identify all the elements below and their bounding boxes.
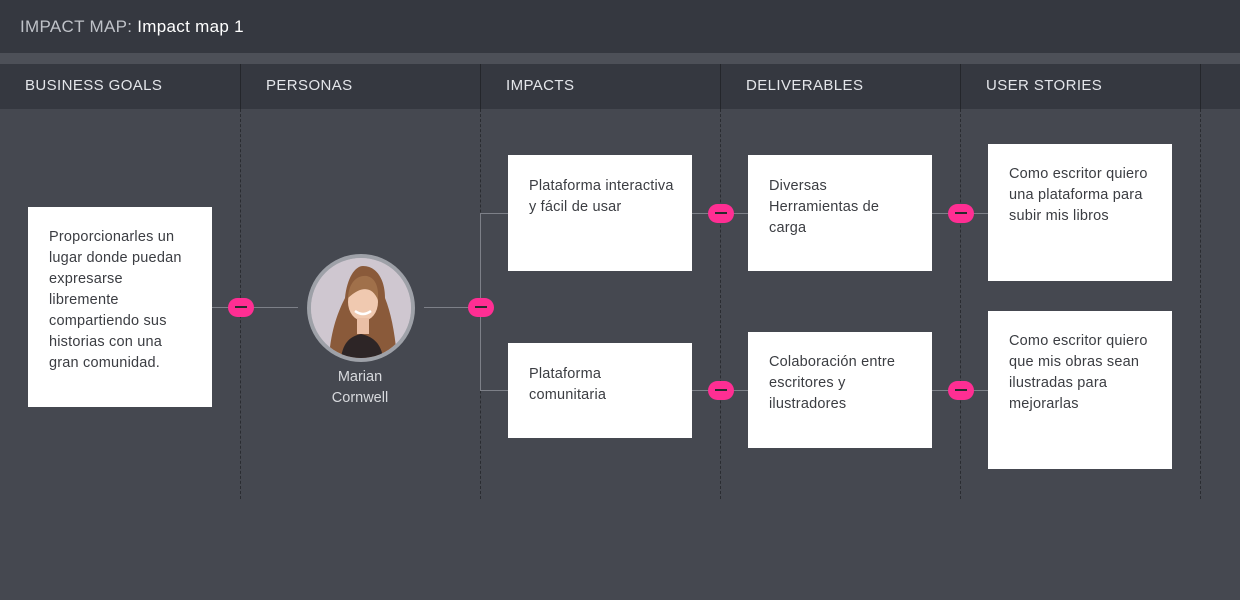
user-story-card[interactable]: Como escritor quiero que mis obras sean … [988,311,1172,469]
persona-first-name: Marian [337,369,383,385]
business-goal-card[interactable]: Proporcionarles un lugar donde puedan ex… [28,207,212,407]
column-guide [720,109,721,499]
map-title-prefix: IMPACT MAP: [20,17,133,36]
column-separator [960,64,961,109]
collapse-minus-icon [235,306,247,308]
user-story-card[interactable]: Como escritor quiero una plataforma para… [988,144,1172,281]
column-separator [480,64,481,109]
collapse-minus-icon [715,212,727,214]
user-story-text: Como escritor quiero que mis obras sean … [1009,333,1148,412]
collapse-minus-icon [955,212,967,214]
connector-goal-persona [212,307,298,308]
column-guide [1200,109,1201,499]
business-goal-text: Proporcionarles un lugar donde puedan ex… [49,229,182,371]
column-separator [720,64,721,109]
collapse-toggle-deliverable-1[interactable] [948,204,974,223]
deliverable-card[interactable]: Diversas Herramientas de carga [748,155,932,271]
collapse-toggle-impact-2[interactable] [708,381,734,400]
top-bar: IMPACT MAP: Impact map 1 [0,0,1240,53]
impact-card[interactable]: Plataforma comunitaria [508,343,692,438]
column-header-business-goals: BUSINESS GOALS [25,77,163,94]
connector-impact-1 [480,213,508,214]
persona-name: Marian Cornwell [300,367,420,409]
column-separator [240,64,241,109]
column-header-impacts: IMPACTS [506,77,575,94]
person-photo-icon [311,258,411,358]
impact-card[interactable]: Plataforma interactiva y fácil de usar [508,155,692,271]
user-story-text: Como escritor quiero una plataforma para… [1009,166,1148,224]
collapse-toggle-deliverable-2[interactable] [948,381,974,400]
deliverable-text: Colaboración entre escritores y ilustrad… [769,354,896,412]
impact-text: Plataforma interactiva y fácil de usar [529,178,674,215]
collapse-toggle-persona[interactable] [468,298,494,317]
persona-avatar[interactable] [307,254,415,362]
column-separator [1200,64,1201,109]
column-guide [960,109,961,499]
collapse-minus-icon [475,306,487,308]
map-title: IMPACT MAP: Impact map 1 [20,17,244,37]
connector-impact-2 [480,390,508,391]
column-header-personas: PERSONAS [266,77,353,94]
avatar-photo [311,258,411,358]
column-header-user-stories: USER STORIES [986,77,1103,94]
collapse-minus-icon [715,389,727,391]
deliverable-text: Diversas Herramientas de carga [769,178,880,236]
collapse-toggle-impact-1[interactable] [708,204,734,223]
collapse-toggle-goal[interactable] [228,298,254,317]
column-header-deliverables: DELIVERABLES [746,77,864,94]
impact-text: Plataforma comunitaria [529,366,607,403]
header-divider-band [0,53,1240,64]
map-name[interactable]: Impact map 1 [137,17,244,36]
deliverable-card[interactable]: Colaboración entre escritores y ilustrad… [748,332,932,448]
column-headers: BUSINESS GOALS PERSONAS IMPACTS DELIVERA… [0,64,1240,109]
persona-last-name: Cornwell [331,390,389,406]
collapse-minus-icon [955,389,967,391]
